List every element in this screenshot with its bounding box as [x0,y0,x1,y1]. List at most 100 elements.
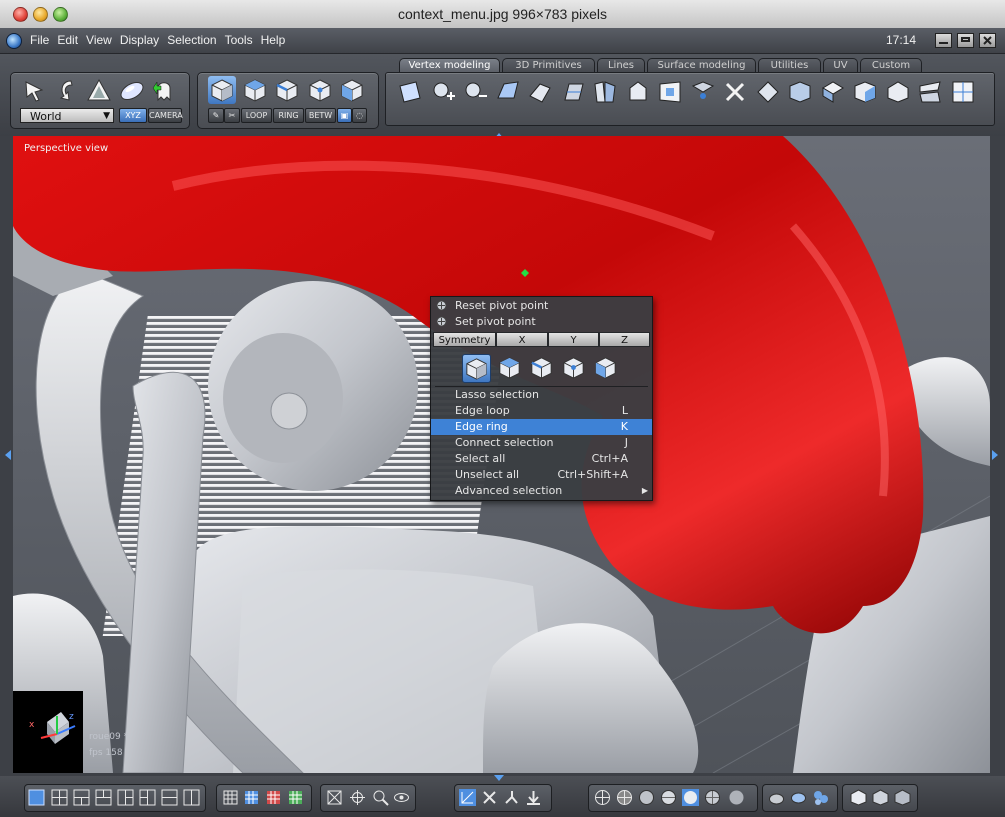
tab-3d-primitives[interactable]: 3D Primitives [502,58,595,73]
collapse-icon[interactable] [721,78,749,106]
symmetry-y-button[interactable]: Y [548,332,599,347]
move-gizmo-icon[interactable] [459,789,476,806]
ghost-tool-icon[interactable] [150,76,178,104]
relax-icon[interactable] [786,78,814,106]
menu-selection[interactable]: Selection [167,33,216,47]
betw-button[interactable]: BETW [305,108,336,123]
flip-icon[interactable] [819,78,847,106]
rotate-gizmo-icon[interactable] [481,789,498,806]
object-mode-cube-icon[interactable] [462,354,491,383]
display-x-ray-icon[interactable] [894,789,911,806]
left-panel-handle[interactable] [5,450,11,460]
rect-select-button[interactable]: ▣ [337,108,352,123]
paint-select-button[interactable]: ✎ [208,108,224,123]
connect-selection-item[interactable]: Connect selection J [431,435,652,451]
uv-unfold-icon[interactable] [949,78,977,106]
select-all-item[interactable]: Select all Ctrl+A [431,451,652,467]
reset-pivot-item[interactable]: Reset pivot point [431,298,652,314]
symmetry-z-button[interactable]: Z [599,332,650,347]
bridge-icon[interactable] [624,78,652,106]
split-bottom-view-icon[interactable] [95,789,112,806]
split-right-view-icon[interactable] [139,789,156,806]
menu-help[interactable]: Help [261,33,286,47]
menu-file[interactable]: File [30,33,49,47]
render-preview-icon[interactable] [768,789,785,806]
split-left-view-icon[interactable] [117,789,134,806]
cut-icon[interactable] [916,78,944,106]
scale-gizmo-icon[interactable] [503,789,520,806]
vertex-mode-cube-icon[interactable] [241,76,269,104]
tab-vertex-modeling[interactable]: Vertex modeling [399,58,500,73]
render-settings-icon[interactable] [790,789,807,806]
polygon-tool-icon[interactable] [396,78,424,106]
scale-tool-icon[interactable] [85,76,113,104]
camera-button[interactable]: CAMERA [148,108,183,123]
render-cluster-icon[interactable] [812,789,829,806]
rotate-tool-icon[interactable] [53,76,81,104]
grid-red-icon[interactable] [265,789,282,806]
smooth-tool-icon[interactable] [118,76,146,104]
unselect-all-item[interactable]: Unselect all Ctrl+Shift+A [431,467,652,483]
minimize-app-button[interactable] [935,33,952,48]
smooth-selected-icon[interactable] [682,789,699,806]
wireframe-shading-icon[interactable] [594,789,611,806]
set-pivot-item[interactable]: Set pivot point [431,314,652,330]
vertex-mode-cube-icon[interactable] [496,354,523,381]
single-view-icon[interactable] [28,789,45,806]
fit-view-icon[interactable] [326,789,343,806]
symmetry-button[interactable]: Symmetry [433,332,496,347]
symmetry-x-button[interactable]: X [496,332,548,347]
eye-icon[interactable] [393,789,410,806]
right-panel-handle[interactable] [992,450,998,460]
inset-icon[interactable] [656,78,684,106]
coordinate-space-select[interactable]: World ▼ [20,108,114,123]
face-mode-cube-icon[interactable] [560,354,587,381]
tab-utilities[interactable]: Utilities [758,58,821,73]
tab-custom[interactable]: Custom [860,58,922,73]
material-shading-icon[interactable] [728,789,745,806]
slice-icon[interactable] [559,78,587,106]
select-arrow-icon[interactable] [21,76,49,104]
ellipse-select-button[interactable]: ◌ [352,108,367,123]
zoom-view-icon[interactable] [372,789,389,806]
quad-view-icon[interactable] [51,789,68,806]
polygon-mode-cube-icon[interactable] [338,76,366,104]
grid-blue-icon[interactable] [243,789,260,806]
smooth-shape-icon[interactable] [884,78,912,106]
extrude-icon[interactable] [494,78,522,106]
hidden-line-shading-icon[interactable] [616,789,633,806]
vertical-split-icon[interactable] [183,789,200,806]
tab-lines[interactable]: Lines [597,58,645,73]
bottom-collapse-handle[interactable] [494,773,504,781]
menu-edit[interactable]: Edit [57,33,78,47]
menu-display[interactable]: Display [120,33,159,47]
object-mode-cube-icon[interactable] [208,76,236,104]
lasso-select-button[interactable]: ✂ [224,108,240,123]
grid-green-icon[interactable] [287,789,304,806]
edge-ring-item[interactable]: Edge ring K [431,419,652,435]
polygon-mode-cube-icon[interactable] [592,354,619,381]
flat-shading-icon[interactable] [638,789,655,806]
remove-point-icon[interactable] [461,78,489,106]
grid-toggle-icon[interactable] [222,789,239,806]
maximize-app-button[interactable] [957,33,974,48]
xyz-button[interactable]: XYZ [119,108,147,123]
tab-surface-modeling[interactable]: Surface modeling [647,58,756,73]
textured-shading-icon[interactable] [704,789,721,806]
drop-to-floor-icon[interactable] [525,789,542,806]
knife-icon[interactable] [591,78,619,106]
lasso-selection-item[interactable]: Lasso selection [431,387,652,403]
subdivide-icon[interactable] [851,78,879,106]
split-top-view-icon[interactable] [73,789,90,806]
close-app-button[interactable] [979,33,996,48]
weld-icon[interactable] [689,78,717,106]
advanced-selection-item[interactable]: Advanced selection ▶ [431,483,652,499]
ring-button[interactable]: RING [273,108,304,123]
pan-view-icon[interactable] [349,789,366,806]
bevel-icon[interactable] [526,78,554,106]
menu-view[interactable]: View [86,33,112,47]
face-mode-cube-icon[interactable] [306,76,334,104]
horizontal-split-icon[interactable] [161,789,178,806]
edge-loop-item[interactable]: Edge loop L [431,403,652,419]
move-point-icon[interactable] [754,78,782,106]
